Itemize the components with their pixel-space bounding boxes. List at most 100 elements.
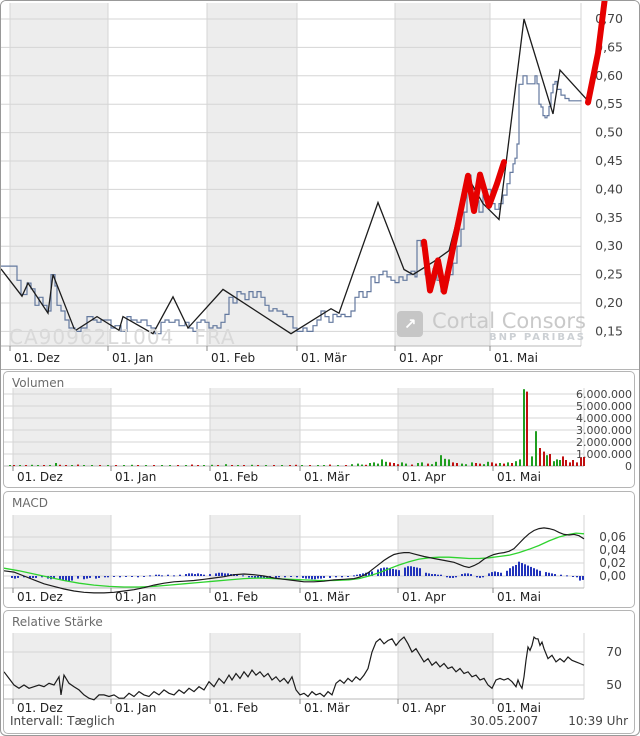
volume-bar xyxy=(59,465,61,466)
volume-bar xyxy=(225,464,227,466)
volume-bar xyxy=(556,459,558,466)
volume-bar xyxy=(523,389,525,466)
volume-bar xyxy=(49,465,51,466)
month-band xyxy=(207,3,297,346)
volume-bar xyxy=(237,465,239,466)
y-axis-label: 50 xyxy=(606,677,622,692)
volume-bar xyxy=(381,459,383,466)
volume-bar xyxy=(9,465,11,466)
volume-bar xyxy=(323,465,325,466)
volume-bar xyxy=(91,465,93,466)
macd-histogram-bar xyxy=(173,575,175,576)
volume-bar xyxy=(357,464,359,466)
macd-histogram-bar xyxy=(413,567,415,576)
rsi-panel: Relative Stärke 705001. Dez01. Jan01. Fe… xyxy=(3,610,635,734)
volume-bar xyxy=(421,462,423,466)
y-axis-label: 0,15 xyxy=(595,323,623,338)
macd-histogram-bar xyxy=(107,576,109,577)
x-axis-month-label: 01. Mai xyxy=(497,590,541,604)
rsi-chart-canvas: 705001. Dez01. Jan01. Feb01. Mär01. Apr0… xyxy=(4,611,634,731)
macd-histogram-bar xyxy=(311,576,313,579)
macd-histogram-bar xyxy=(317,576,319,579)
macd-histogram-bar xyxy=(308,576,310,579)
volume-bar xyxy=(397,464,399,466)
volume-bar xyxy=(177,465,179,466)
volume-bar xyxy=(257,465,259,466)
macd-histogram-bar xyxy=(185,574,187,576)
x-axis-month-label: 01. Jan xyxy=(115,470,156,484)
volume-bar xyxy=(217,465,219,466)
macd-histogram-bar xyxy=(167,575,169,576)
x-axis-month-label: 01. Mär xyxy=(301,351,347,365)
x-axis-month-label: 01. Mai xyxy=(497,470,541,484)
macd-histogram-bar xyxy=(482,576,484,577)
volume-bar xyxy=(503,464,505,466)
macd-histogram-bar xyxy=(323,576,325,578)
macd-histogram-bar xyxy=(455,576,457,577)
macd-histogram-bar xyxy=(428,573,430,576)
macd-histogram-bar xyxy=(515,565,517,576)
volume-bar xyxy=(251,465,253,466)
volume-bar xyxy=(169,465,171,466)
macd-histogram-bar xyxy=(302,576,304,578)
y-axis-label: 0,06 xyxy=(599,530,626,544)
macd-histogram-bar xyxy=(161,575,163,576)
macd-histogram-bar xyxy=(449,576,451,578)
brand-name: Cortal Consors xyxy=(432,311,586,331)
macd-histogram-bar xyxy=(579,576,581,581)
y-axis-label: 0 xyxy=(625,460,632,473)
volume-bar xyxy=(417,463,419,466)
volume-bar xyxy=(345,465,347,466)
x-axis-month-label: 01. Apr xyxy=(399,351,443,365)
volume-bar xyxy=(77,465,79,466)
volume-bar xyxy=(519,459,521,466)
date-label: 30.05.2007 xyxy=(470,714,539,728)
y-axis-label: 0,40 xyxy=(595,181,623,196)
macd-histogram-bar xyxy=(218,573,220,576)
macd-histogram-bar xyxy=(437,575,439,576)
macd-histogram-bar xyxy=(353,575,355,576)
macd-histogram-bar xyxy=(77,576,79,579)
volume-bar xyxy=(295,465,297,466)
volume-bar xyxy=(203,465,205,466)
volume-bar xyxy=(55,463,57,466)
macd-histogram-bar xyxy=(320,576,322,579)
macd-histogram-bar xyxy=(104,576,106,577)
volume-bar xyxy=(31,465,33,466)
volume-bar xyxy=(365,465,367,466)
macd-histogram-bar xyxy=(149,575,151,576)
macd-histogram-bar xyxy=(329,576,331,578)
x-axis-month-label: 01. Dez xyxy=(17,701,63,715)
instrument-watermark: CA90962L1004FRA xyxy=(9,325,236,349)
macd-histogram-bar xyxy=(11,576,13,578)
volume-bar xyxy=(25,465,27,466)
volume-bar xyxy=(444,459,446,466)
volume-bar xyxy=(123,465,125,466)
volume-bar xyxy=(289,465,291,466)
macd-histogram-bar xyxy=(539,571,541,576)
x-axis-month-label: 01. Mär xyxy=(304,470,350,484)
volume-bar xyxy=(531,456,533,466)
volume-bar xyxy=(435,462,437,466)
macd-histogram-bar xyxy=(86,576,88,579)
volume-bar xyxy=(369,463,371,466)
month-band xyxy=(210,633,300,699)
volume-bar xyxy=(161,465,163,466)
volume-bar xyxy=(243,465,245,466)
volume-bar xyxy=(329,465,331,466)
macd-histogram-bar xyxy=(518,562,520,576)
x-axis-month-label: 01. Apr xyxy=(402,470,446,484)
time-label: 10:39 Uhr xyxy=(568,714,628,728)
month-band xyxy=(398,515,493,588)
macd-histogram-bar xyxy=(191,573,193,576)
macd-histogram-bar xyxy=(359,574,361,576)
x-axis-month-label: 01. Mär xyxy=(304,590,350,604)
x-axis-month-label: 01. Feb xyxy=(211,351,255,365)
macd-histogram-bar xyxy=(404,568,406,576)
volume-bar xyxy=(351,464,353,466)
macd-histogram-bar xyxy=(470,574,472,576)
volume-bar xyxy=(452,462,454,466)
y-axis-label: 70 xyxy=(606,644,622,659)
macd-histogram-bar xyxy=(533,568,535,576)
macd-histogram-bar xyxy=(395,570,397,577)
